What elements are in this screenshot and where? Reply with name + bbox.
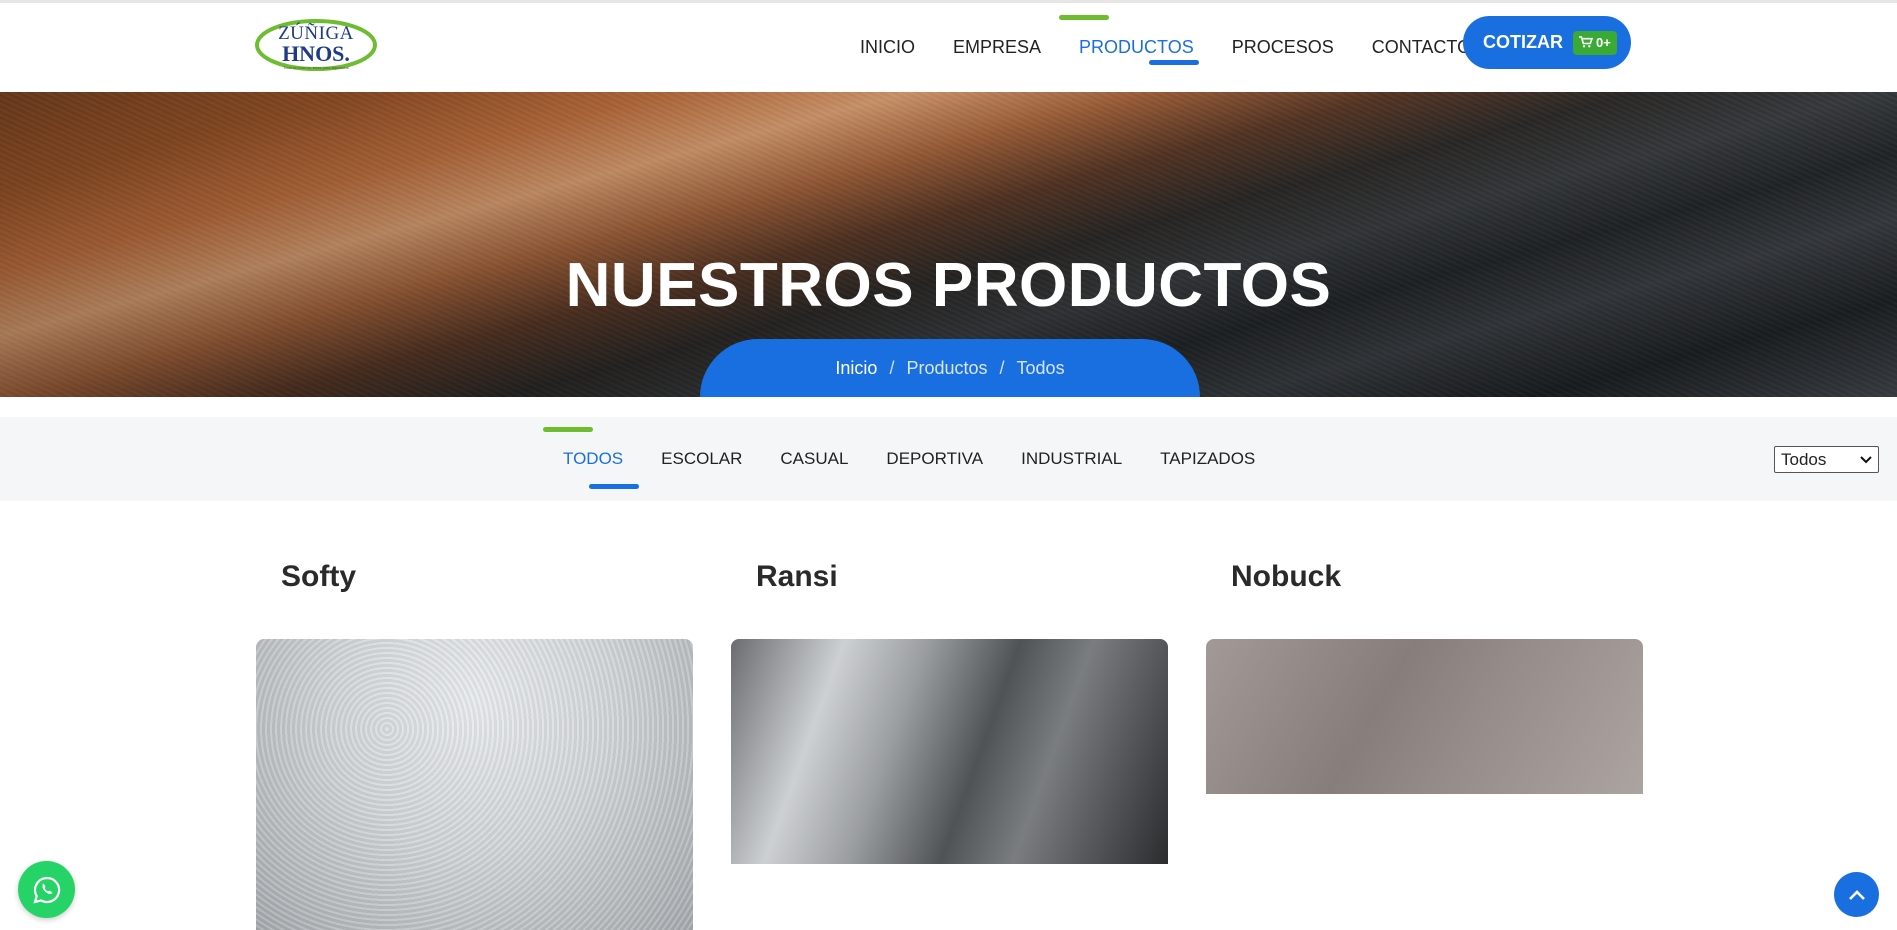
category-filter-bar: TODOS ESCOLAR CASUAL DEPORTIVA INDUSTRIA… [0,417,1897,501]
cotizar-button[interactable]: COTIZAR 0+ [1463,16,1631,69]
breadcrumb-inicio[interactable]: Inicio [835,358,877,379]
category-select-value: Todos [1781,449,1827,469]
nav-inicio[interactable]: INICIO [860,3,915,92]
tab-deportiva[interactable]: DEPORTIVA [886,417,983,501]
nav-contacto-label: CONTACTO [1371,37,1472,57]
tab-industrial[interactable]: INDUSTRIAL [1021,417,1122,501]
category-tabs: TODOS ESCOLAR CASUAL DEPORTIVA INDUSTRIA… [543,417,1293,501]
tab-industrial-label: INDUSTRIAL [1021,449,1123,468]
logo[interactable]: ZÚÑIGA HNOS. Todo en cueros, telas para … [254,15,378,73]
breadcrumb: Inicio / Productos / Todos [700,339,1200,397]
logo-tagline: Todo en cueros, telas para tapizados [283,65,349,70]
tab-tapizados-label: TAPIZADOS [1160,449,1256,468]
tab-escolar[interactable]: ESCOLAR [661,417,742,501]
breadcrumb-separator: / [889,357,895,378]
breadcrumb-productos[interactable]: Productos [906,358,987,379]
active-indicator-top [1059,15,1110,20]
whatsapp-button[interactable] [18,861,75,918]
cotizar-label: COTIZAR [1483,32,1563,52]
product-image[interactable] [1206,639,1643,794]
back-to-top-button[interactable] [1834,872,1879,917]
tab-deportiva-label: DEPORTIVA [886,449,984,468]
product-name[interactable]: Nobuck [1231,560,1341,594]
nav-contacto[interactable]: CONTACTO [1372,3,1471,92]
product-image[interactable] [731,639,1168,864]
breadcrumb-separator: / [999,357,1005,378]
active-indicator-bottom [589,484,639,489]
chevron-up-icon [1848,889,1865,900]
active-indicator-top [543,427,593,432]
whatsapp-icon [32,876,60,904]
nav-procesos-label: PROCESOS [1231,37,1334,57]
tab-todos-label: TODOS [563,449,624,468]
page-title: NUESTROS PRODUCTOS [565,251,1332,320]
product-image[interactable] [256,639,693,930]
tab-todos[interactable]: TODOS [543,417,639,501]
tab-escolar-label: ESCOLAR [661,449,743,468]
hero-banner: NUESTROS PRODUCTOS Inicio / Productos / … [0,92,1897,397]
breadcrumb-todos: Todos [1016,357,1065,378]
active-indicator-bottom [1149,60,1200,65]
chevron-down-icon [1860,453,1872,467]
nav-empresa-label: EMPRESA [953,37,1042,57]
site-header: ZÚÑIGA HNOS. Todo en cueros, telas para … [0,3,1897,92]
nav-empresa[interactable]: EMPRESA [953,3,1041,92]
cart-count: 0+ [1596,35,1611,50]
cart-badge: 0+ [1573,30,1617,55]
tab-casual-label: CASUAL [780,449,849,468]
main-nav: INICIO EMPRESA PRODUCTOS PROCESOS CONTAC… [860,3,1509,92]
category-select[interactable]: Todos [1774,446,1879,473]
product-name[interactable]: Softy [281,560,356,594]
product-name[interactable]: Ransi [756,560,838,594]
nav-productos[interactable]: PRODUCTOS [1059,3,1200,92]
tab-casual[interactable]: CASUAL [780,417,848,501]
cart-icon [1579,35,1594,51]
tab-tapizados[interactable]: TAPIZADOS [1160,417,1255,501]
page: ZÚÑIGA HNOS. Todo en cueros, telas para … [0,0,1897,930]
nav-inicio-label: INICIO [860,37,916,57]
nav-productos-label: PRODUCTOS [1079,37,1194,57]
logo-line2: HNOS. [282,41,350,66]
nav-procesos[interactable]: PROCESOS [1232,3,1334,92]
